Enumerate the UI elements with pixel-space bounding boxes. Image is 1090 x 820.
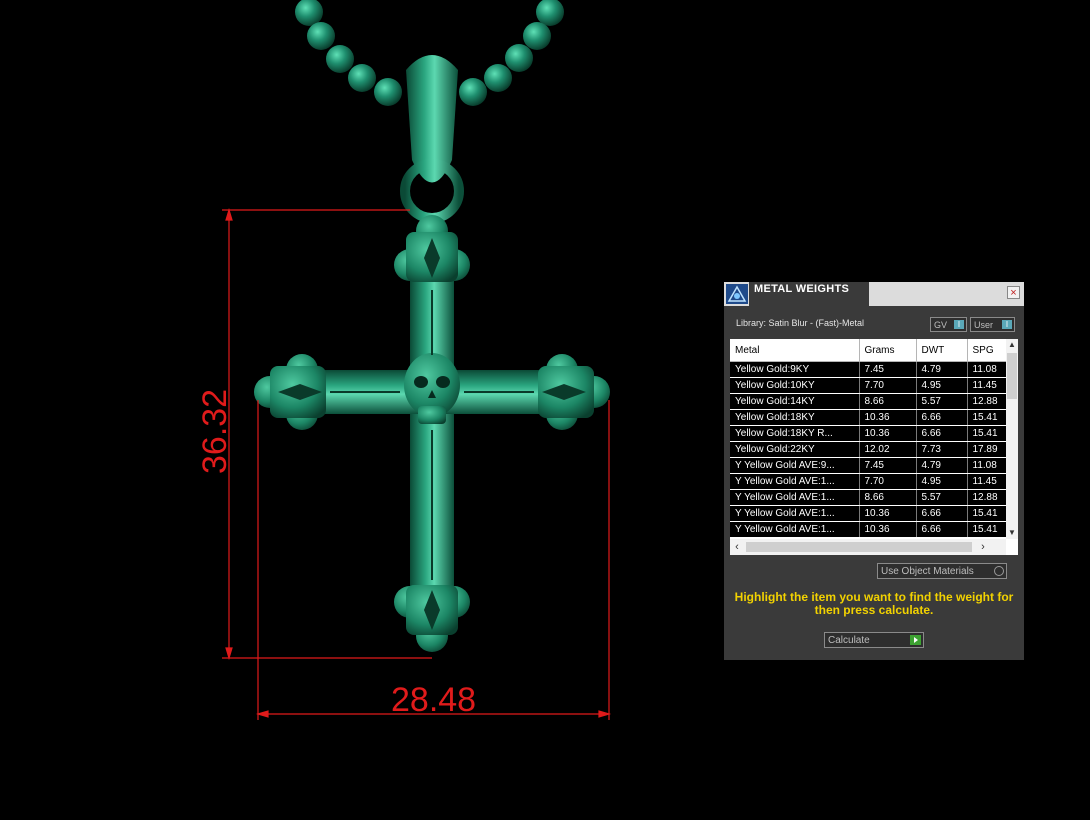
metal-cell: Y Yellow Gold AVE:1... — [730, 521, 860, 538]
column-header-dwt[interactable]: DWT — [916, 339, 968, 362]
table-row[interactable]: Yellow Gold:18KY 10.36 6.66 15.41 — [730, 409, 1007, 426]
library-label: Library: Satin Blur - (Fast)-Metal — [736, 318, 865, 328]
instructions-text: Highlight the item you want to find the … — [734, 590, 1014, 617]
table-row[interactable]: Yellow Gold:10KY 7.70 4.95 11.45 — [730, 377, 1007, 394]
use-object-materials-toggle[interactable]: Use Object Materials — [877, 563, 1007, 579]
grams-cell: 10.36 — [859, 521, 917, 538]
spg-cell: 17.89 — [967, 441, 1007, 458]
width-dimension-label: 28.48 — [391, 681, 476, 719]
metal-cell: Y Yellow Gold AVE:1... — [730, 505, 860, 522]
play-icon — [910, 635, 921, 645]
grams-cell: 7.70 — [859, 377, 917, 394]
gv-toggle-label: GV — [934, 320, 948, 330]
metal-cell: Y Yellow Gold AVE:9... — [730, 457, 860, 474]
spg-cell: 12.88 — [967, 393, 1007, 410]
grams-cell: 12.02 — [859, 441, 917, 458]
spg-cell: 12.88 — [967, 489, 1007, 506]
metal-weights-panel: METAL WEIGHTS × Library: Satin Blur - (F… — [724, 282, 1024, 660]
grams-cell: 10.36 — [859, 425, 917, 442]
spg-cell: 11.08 — [967, 361, 1007, 378]
spg-cell: 11.45 — [967, 377, 1007, 394]
radio-icon — [994, 566, 1004, 576]
calculate-button[interactable]: Calculate — [824, 632, 924, 648]
vertical-scrollbar[interactable]: ▲ ▼ — [1006, 339, 1018, 539]
dwt-cell: 6.66 — [916, 521, 968, 538]
dwt-cell: 4.79 — [916, 361, 968, 378]
metal-cell: Yellow Gold:22KY — [730, 441, 860, 458]
dwt-cell: 4.79 — [916, 457, 968, 474]
dwt-cell: 7.73 — [916, 441, 968, 458]
dwt-cell: 6.66 — [916, 505, 968, 522]
dwt-cell: 5.57 — [916, 393, 968, 410]
spg-cell: 15.41 — [967, 425, 1007, 442]
table-row[interactable]: Yellow Gold:9KY 7.45 4.79 11.08 — [730, 361, 1007, 378]
table-row[interactable]: Yellow Gold:18KY R... 10.36 6.66 15.41 — [730, 425, 1007, 442]
cross-top-lobe — [394, 215, 470, 282]
dwt-cell: 6.66 — [916, 409, 968, 426]
use-object-materials-label: Use Object Materials — [881, 566, 974, 577]
table-row[interactable]: Y Yellow Gold AVE:1... 10.36 6.66 15.41 — [730, 505, 1007, 522]
metal-cell: Yellow Gold:14KY — [730, 393, 860, 410]
panel-title: METAL WEIGHTS — [749, 282, 869, 306]
calculate-label: Calculate — [828, 635, 870, 646]
grams-cell: 7.45 — [859, 457, 917, 474]
scroll-up-icon[interactable]: ▲ — [1006, 339, 1018, 351]
scroll-left-icon[interactable]: ‹ — [730, 539, 744, 555]
height-dimension-label: 36.32 — [196, 389, 234, 474]
metal-cell: Yellow Gold:9KY — [730, 361, 860, 378]
column-header-spg[interactable]: SPG — [967, 339, 1007, 362]
spg-cell: 15.41 — [967, 505, 1007, 522]
scroll-down-icon[interactable]: ▼ — [1006, 527, 1018, 539]
gv-toggle[interactable]: GV I — [930, 317, 967, 332]
horizontal-scroll-thumb[interactable] — [746, 542, 972, 552]
cross-left-lobe — [254, 354, 326, 430]
app-logo-icon — [726, 284, 748, 304]
metal-cell: Y Yellow Gold AVE:1... — [730, 473, 860, 490]
metal-cell: Yellow Gold:10KY — [730, 377, 860, 394]
table-row[interactable]: Y Yellow Gold AVE:1... 7.70 4.95 11.45 — [730, 473, 1007, 490]
column-header-grams[interactable]: Grams — [859, 339, 917, 362]
dwt-cell: 4.95 — [916, 377, 968, 394]
metal-cell: Y Yellow Gold AVE:1... — [730, 489, 860, 506]
spg-cell: 11.45 — [967, 473, 1007, 490]
spg-cell: 15.41 — [967, 521, 1007, 538]
toggle-knob-icon: I — [1002, 320, 1012, 329]
table-row[interactable]: Y Yellow Gold AVE:9... 7.45 4.79 11.08 — [730, 457, 1007, 474]
vertical-scroll-thumb[interactable] — [1007, 353, 1017, 399]
grams-cell: 10.36 — [859, 409, 917, 426]
grams-cell: 7.70 — [859, 473, 917, 490]
user-toggle[interactable]: User I — [970, 317, 1015, 332]
panel-titlebar[interactable]: METAL WEIGHTS × — [724, 282, 1024, 306]
spg-cell: 15.41 — [967, 409, 1007, 426]
cross-bottom-lobe — [394, 585, 470, 652]
user-toggle-label: User — [974, 320, 994, 330]
pendant-bail — [400, 55, 464, 223]
dwt-cell: 4.95 — [916, 473, 968, 490]
dwt-cell: 6.66 — [916, 425, 968, 442]
grams-cell: 8.66 — [859, 393, 917, 410]
metal-table: Metal Grams DWT SPG Yellow Gold:9KY 7.45 4… — [730, 339, 1007, 538]
cross-right-lobe — [538, 354, 610, 430]
close-icon[interactable]: × — [1007, 286, 1020, 299]
toggle-knob-icon: I — [954, 320, 964, 329]
dwt-cell: 5.57 — [916, 489, 968, 506]
table-header-row: Metal Grams DWT SPG — [730, 339, 1007, 362]
scroll-right-icon[interactable]: › — [976, 539, 990, 555]
grams-cell: 8.66 — [859, 489, 917, 506]
table-row[interactable]: Y Yellow Gold AVE:1... 8.66 5.57 12.88 — [730, 489, 1007, 506]
grams-cell: 7.45 — [859, 361, 917, 378]
metal-list: Metal Grams DWT SPG Yellow Gold:9KY 7.45 4… — [730, 339, 1018, 555]
table-row[interactable]: Yellow Gold:14KY 8.66 5.57 12.88 — [730, 393, 1007, 410]
table-row[interactable]: Y Yellow Gold AVE:1... 10.36 6.66 15.41 — [730, 521, 1007, 538]
column-header-metal[interactable]: Metal — [730, 339, 860, 362]
grams-cell: 10.36 — [859, 505, 917, 522]
metal-cell: Yellow Gold:18KY R... — [730, 425, 860, 442]
horizontal-scrollbar[interactable]: ‹ › — [730, 539, 1006, 555]
metal-cell: Yellow Gold:18KY — [730, 409, 860, 426]
table-row[interactable]: Yellow Gold:22KY 12.02 7.73 17.89 — [730, 441, 1007, 458]
cross-pendant — [254, 215, 610, 652]
spg-cell: 11.08 — [967, 457, 1007, 474]
